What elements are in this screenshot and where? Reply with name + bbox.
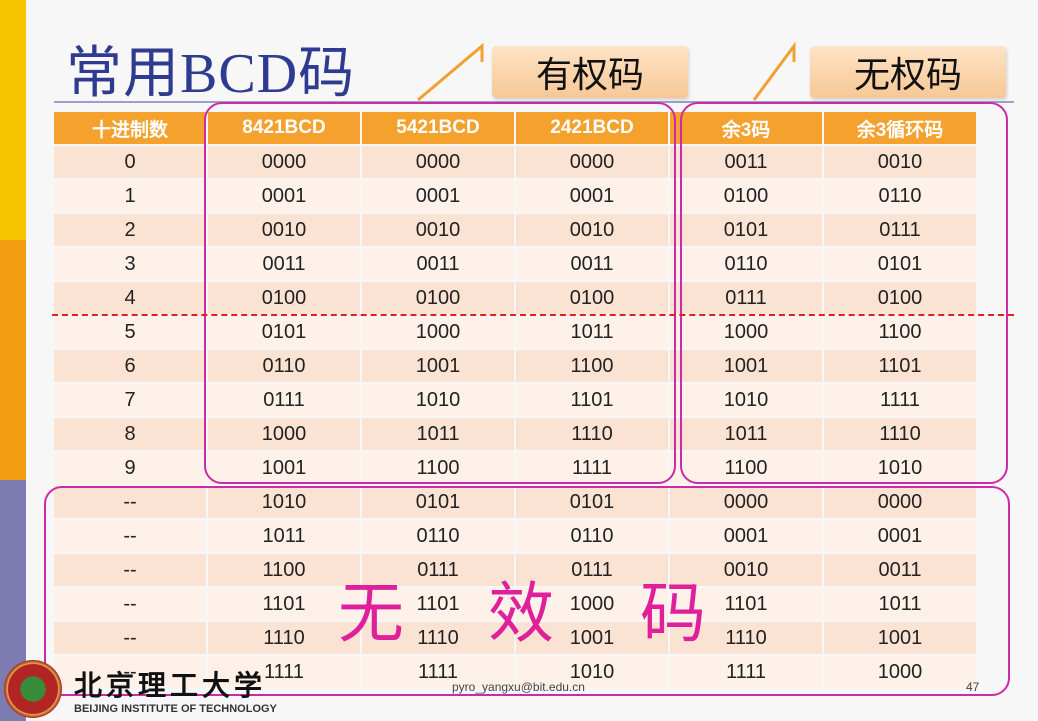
table-cell: 0 [54, 146, 206, 178]
callout-pointer-unweighted [752, 41, 796, 101]
side-accent-orange [0, 240, 26, 480]
unweighted-codes-highlight [680, 102, 1008, 484]
university-name-cn: 北京理工大学 [74, 670, 267, 701]
header-decimal: 十进制数 [54, 112, 206, 144]
weighted-codes-highlight [204, 102, 676, 484]
invalid-label-char: 无 [338, 576, 404, 650]
slide-title: 常用BCD码 [66, 43, 356, 105]
table-cell: 8 [54, 418, 206, 450]
table-cell: 5 [54, 316, 206, 348]
table-cell: 3 [54, 248, 206, 280]
callout-unweighted-code: 无权码 [810, 46, 1006, 98]
university-logo-icon [4, 660, 62, 718]
table-cell: 7 [54, 384, 206, 416]
table-cell: 6 [54, 350, 206, 382]
callout-pointer-weighted [417, 42, 484, 102]
table-cell: 1 [54, 180, 206, 212]
invalid-label-char: 码 [640, 576, 706, 650]
table-cell: 2 [54, 214, 206, 246]
table-cell: 9 [54, 452, 206, 484]
callout-weighted-code: 有权码 [492, 46, 688, 98]
side-accent-yellow [0, 0, 26, 240]
table-cell: 4 [54, 282, 206, 314]
university-name-en: BEIJING INSTITUTE OF TECHNOLOGY [74, 703, 277, 715]
invalid-label-char: 效 [488, 576, 554, 650]
row-divider-dashed [52, 314, 1014, 316]
page-number: 47 [966, 680, 980, 694]
footer-email: pyro_yangxu@bit.edu.cn [452, 680, 585, 694]
